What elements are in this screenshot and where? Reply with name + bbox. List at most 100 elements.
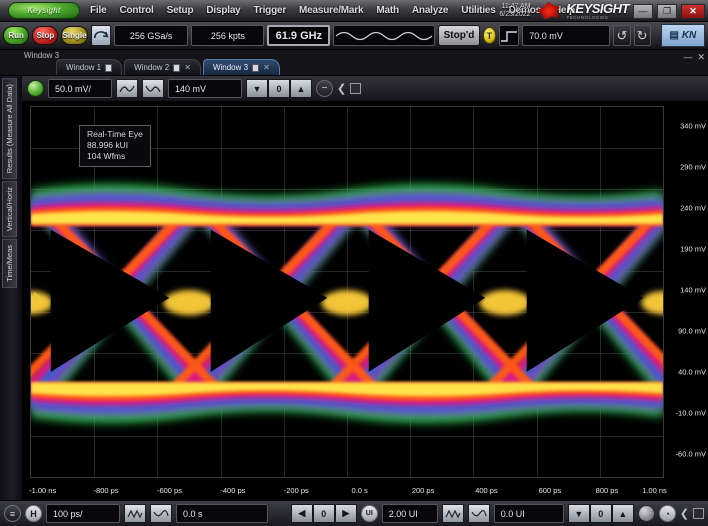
acquisition-status-button[interactable]: Stop'd bbox=[438, 25, 479, 46]
menu-item-utilities[interactable]: Utilities bbox=[461, 5, 495, 16]
plot-area: Real-Time Eye 88.996 kUI 104 Wfms 340 mV… bbox=[22, 102, 708, 500]
offset-up-button[interactable]: ▲ bbox=[290, 79, 312, 98]
window-tabs: Window 1 Window 2 ✕ Window 3 ✕ bbox=[56, 59, 280, 75]
single-button[interactable]: Single bbox=[61, 26, 87, 45]
ui-offset-field[interactable]: 0.0 UI bbox=[494, 504, 564, 523]
rising-edge-icon[interactable] bbox=[499, 25, 519, 46]
keysight-wordmark: KEYSIGHT TECHNOLOGIES bbox=[567, 3, 629, 20]
tab-window-3-label: Window 3 bbox=[213, 63, 248, 72]
menu-item-control[interactable]: Control bbox=[119, 5, 153, 16]
ui-nav-group: ▼ 0 ▲ bbox=[568, 504, 634, 523]
x-tick-6: 200 ps bbox=[412, 486, 435, 495]
menu-item-analyze[interactable]: Analyze bbox=[412, 5, 448, 16]
stop-button[interactable]: Stop bbox=[32, 26, 58, 45]
left-sidebar: Results (Measure All Data) Vertical/Hori… bbox=[0, 76, 22, 500]
redo-button[interactable]: ↻ bbox=[634, 25, 651, 46]
time-per-division-field[interactable]: 100 ps/ bbox=[46, 504, 120, 523]
horizontal-nav-group: ◀ 0 ▶ bbox=[291, 504, 357, 523]
sample-rate-field[interactable]: 256 GSa/s bbox=[114, 25, 189, 46]
window-minimize-icon[interactable]: — bbox=[683, 52, 692, 63]
vertical-scale-field[interactable]: 50.0 mV/ bbox=[48, 79, 112, 98]
bottom-toolbar: ≡ H 100 ps/ 0.0 s ◀ 0 ▶ UI 2.00 UI 0.0 U… bbox=[0, 500, 708, 526]
position-next-button[interactable]: ▶ bbox=[335, 504, 357, 523]
layout-icon[interactable]: ▤ bbox=[669, 30, 678, 41]
x-tick-2: -600 ps bbox=[157, 486, 182, 495]
ui-down-button[interactable]: ▼ bbox=[568, 504, 590, 523]
window-tab-bar: Window 3 Window 1 Window 2 ✕ Window 3 ✕ … bbox=[0, 50, 708, 76]
trigger-level-field[interactable]: 70.0 mV bbox=[522, 25, 610, 46]
horizontal-position-field[interactable]: 0.0 s bbox=[176, 504, 268, 523]
app-panel-group[interactable]: ▤ KN bbox=[661, 24, 705, 47]
waveform-preview[interactable] bbox=[333, 25, 435, 46]
menu-item-file[interactable]: File bbox=[90, 5, 106, 16]
position-prev-button[interactable]: ◀ bbox=[291, 504, 313, 523]
active-window-label: Window 3 bbox=[24, 51, 59, 60]
tab-restore-icon[interactable] bbox=[173, 64, 180, 72]
menu-item-math[interactable]: Math bbox=[376, 5, 399, 16]
close-button[interactable]: ✕ bbox=[681, 4, 705, 19]
undo-button[interactable]: ↺ bbox=[613, 25, 630, 46]
clock-icon[interactable]: ◔ bbox=[659, 505, 676, 522]
expand-bottom-icon[interactable] bbox=[693, 508, 704, 519]
knob-icon[interactable] bbox=[638, 505, 655, 522]
menu-icon[interactable]: ≡ bbox=[4, 505, 21, 522]
menu-bar-right: 11:47 AM 6/23/2022 KEYSIGHT TECHNOLOGIES… bbox=[499, 0, 708, 22]
tab-close-icon[interactable]: ✕ bbox=[184, 63, 191, 72]
position-zero-button[interactable]: 0 bbox=[313, 504, 335, 523]
ui-span-field[interactable]: 2.00 UI bbox=[382, 504, 438, 523]
menu-item-display[interactable]: Display bbox=[206, 5, 240, 16]
tab-restore-icon[interactable] bbox=[252, 64, 259, 72]
waveform-icon-b[interactable] bbox=[150, 504, 172, 523]
menu-item-trigger[interactable]: Trigger bbox=[254, 5, 287, 16]
sidebar-item-time-meas[interactable]: Time/Meas bbox=[2, 239, 17, 288]
collapse-bottom-icon[interactable]: ❮ bbox=[680, 507, 689, 520]
offset-zero-button[interactable]: 0 bbox=[268, 79, 290, 98]
tab-close-icon[interactable]: ✕ bbox=[263, 63, 270, 72]
bandwidth-field[interactable]: 61.9 GHz bbox=[267, 25, 330, 46]
marker-triangle-icon[interactable] bbox=[34, 292, 41, 302]
normal-waveform-icon[interactable] bbox=[142, 79, 164, 98]
x-tick-8: 600 ps bbox=[539, 486, 562, 495]
channel-1-badge[interactable] bbox=[27, 80, 44, 97]
ui-zero-button[interactable]: 0 bbox=[590, 504, 612, 523]
zoom-out-button[interactable]: − bbox=[316, 80, 333, 97]
vertical-nav-group: ▼ 0 ▲ bbox=[246, 79, 312, 98]
waveform-icon-d[interactable] bbox=[468, 504, 490, 523]
clear-display-icon[interactable] bbox=[91, 25, 111, 46]
menu-item-measure-mark[interactable]: Measure/Mark bbox=[299, 5, 363, 16]
sidebar-item-vertical-horiz[interactable]: Vertical/Horiz bbox=[2, 181, 17, 237]
invert-waveform-icon[interactable] bbox=[116, 79, 138, 98]
tab-window-2[interactable]: Window 2 ✕ bbox=[124, 59, 201, 75]
keysight-app-icon[interactable]: KN bbox=[682, 30, 696, 41]
minimize-button[interactable]: — bbox=[633, 4, 653, 19]
ui-badge[interactable]: UI bbox=[361, 505, 378, 522]
ui-up-button[interactable]: ▲ bbox=[612, 504, 634, 523]
eye-info-box: Real-Time Eye 88.996 kUI 104 Wfms bbox=[79, 125, 151, 167]
expand-icon[interactable] bbox=[350, 83, 361, 94]
keysight-logo[interactable]: Keysight bbox=[8, 2, 80, 19]
waveform-icon-c[interactable] bbox=[442, 504, 464, 523]
waveform-icon-a[interactable] bbox=[124, 504, 146, 523]
main-toolbar: Run Stop Single 256 GSa/s 256 kpts 61.9 … bbox=[0, 22, 708, 50]
offset-down-button[interactable]: ▼ bbox=[246, 79, 268, 98]
tab-restore-icon[interactable] bbox=[105, 64, 112, 72]
tab-window-3[interactable]: Window 3 ✕ bbox=[203, 59, 280, 75]
x-axis-labels: -1.00 ns -800 ps -600 ps -400 ps -200 ps… bbox=[30, 484, 664, 498]
horizontal-badge[interactable]: H bbox=[25, 505, 42, 522]
vertical-offset-field[interactable]: 140 mV bbox=[168, 79, 242, 98]
collapse-toolbar-icon[interactable]: ❮ bbox=[337, 82, 346, 95]
memory-depth-field[interactable]: 256 kpts bbox=[191, 25, 264, 46]
tab-window-1[interactable]: Window 1 bbox=[56, 59, 122, 75]
restore-button[interactable]: ❐ bbox=[657, 4, 677, 19]
y-tick-8: -60.0 mV bbox=[676, 449, 706, 458]
y-tick-5: 90.0 mV bbox=[678, 327, 706, 336]
y-tick-4: 140 mV bbox=[680, 286, 706, 295]
trigger-badge[interactable]: T bbox=[483, 27, 496, 44]
x-tick-5: 0.0 s bbox=[352, 486, 368, 495]
y-tick-1: 290 mV bbox=[680, 163, 706, 172]
sidebar-item-results[interactable]: Results (Measure All Data) bbox=[2, 78, 17, 179]
window-close-icon[interactable]: ✕ bbox=[697, 52, 705, 63]
menu-item-setup[interactable]: Setup bbox=[167, 5, 194, 16]
eye-diagram-plot[interactable]: Real-Time Eye 88.996 kUI 104 Wfms bbox=[30, 106, 664, 478]
run-button[interactable]: Run bbox=[3, 26, 29, 45]
